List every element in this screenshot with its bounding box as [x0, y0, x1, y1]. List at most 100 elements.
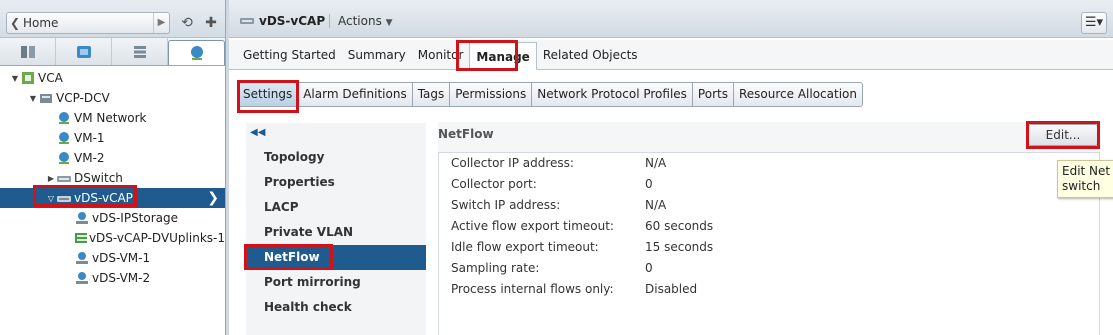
tree-node-label: VCA — [38, 71, 63, 85]
subtab-alarm-definitions[interactable]: Alarm Definitions — [298, 83, 413, 106]
highlight-edit-button — [1026, 121, 1100, 149]
highlight-vds-vcap — [33, 185, 137, 207]
inventory-tree: ▼ VCA ▼ VCP-DCV VM Network VM-1 VM-2 ▶ D… — [0, 66, 225, 288]
tooltip-line: Edit Net — [1062, 164, 1111, 178]
network-icon — [59, 132, 69, 144]
object-view: vDS-vCAP Actions ▼ ☰▾ Getting Started Su… — [229, 0, 1113, 335]
netflow-title: NetFlow — [438, 127, 494, 141]
hosts-clusters-icon — [20, 45, 35, 58]
highlight-manage-tab — [456, 40, 518, 71]
forward-icon[interactable]: ▶ — [153, 13, 169, 33]
subtab-permissions[interactable]: Permissions — [450, 83, 533, 106]
sub-tabs: Settings Alarm Definitions Tags Permissi… — [237, 82, 863, 107]
property-row: Active flow export timeout: 60 seconds — [439, 216, 1099, 237]
property-row: Sampling rate: 0 — [439, 258, 1099, 279]
tree-node-vds-ipstorage[interactable]: vDS-IPStorage — [0, 208, 225, 228]
menu-icon[interactable]: ☰▾ — [1081, 12, 1107, 34]
property-value: N/A — [645, 156, 667, 170]
tab-summary[interactable]: Summary — [342, 41, 412, 69]
netflow-properties: Collector IP address: N/A Collector port:… — [438, 152, 1100, 335]
actions-menu[interactable]: Actions ▼ — [329, 14, 393, 28]
tab-getting-started[interactable]: Getting Started — [237, 41, 342, 69]
vms-templates-tab[interactable] — [56, 38, 112, 65]
uplink-icon — [75, 233, 87, 243]
tree-node-vm-1[interactable]: VM-1 — [0, 128, 225, 148]
property-key: Switch IP address: — [451, 198, 561, 212]
chevron-down-icon: ▼ — [385, 18, 393, 28]
property-row: Process internal flows only: Disabled — [439, 279, 1099, 300]
tab-related-objects[interactable]: Related Objects — [537, 41, 644, 69]
tree-node-vm-network[interactable]: VM Network — [0, 108, 225, 128]
chevron-right-icon[interactable]: ❯ — [207, 188, 219, 208]
property-key: Idle flow export timeout: — [451, 240, 599, 254]
hosts-clusters-tab[interactable] — [0, 38, 56, 65]
property-value: Disabled — [645, 282, 698, 296]
nav-properties[interactable]: Properties — [246, 170, 426, 195]
tree-node-label: vDS-VM-1 — [92, 251, 151, 265]
expanded-icon[interactable]: ▼ — [28, 94, 38, 103]
dswitch-icon — [240, 18, 254, 24]
back-icon[interactable]: ❮ — [7, 16, 23, 30]
portgroup-icon — [76, 212, 88, 224]
tree-node-vds-vm-2[interactable]: vDS-VM-2 — [0, 268, 225, 288]
subtab-network-protocol-profiles[interactable]: Network Protocol Profiles — [532, 83, 693, 106]
tree-node-label: DSwitch — [74, 171, 123, 185]
vms-templates-icon — [76, 45, 91, 58]
navigator-tabs — [0, 38, 225, 66]
actions-label: Actions — [338, 14, 382, 28]
nav-port-mirroring[interactable]: Port mirroring — [246, 270, 426, 295]
storage-tab[interactable] — [112, 38, 168, 65]
navigator-panel: ❮ Home ▶ ⟲ ✚ ▼ VCA ▼ VCP-DCV VM Network … — [0, 0, 226, 335]
tree-node-label: VM-2 — [74, 151, 105, 165]
network-icon — [59, 152, 69, 164]
pin-icon[interactable]: ✚ — [202, 14, 220, 32]
subtab-resource-allocation[interactable]: Resource Allocation — [734, 83, 862, 106]
tree-node-vm-2[interactable]: VM-2 — [0, 148, 225, 168]
tree-node-label: VM Network — [74, 111, 147, 125]
expanded-icon[interactable]: ▼ — [10, 74, 20, 83]
home-button[interactable]: ❮ Home ▶ — [6, 12, 170, 34]
tree-node-label: vDS-vCAP-DVUplinks-1 — [88, 231, 225, 245]
edit-tooltip: Edit Net switch — [1057, 160, 1113, 198]
tree-node-label: vDS-VM-2 — [92, 271, 151, 285]
tree-node-vcp-dcv[interactable]: ▼ VCP-DCV — [0, 88, 225, 108]
property-key: Process internal flows only: — [451, 282, 614, 296]
highlight-settings-tab — [237, 80, 299, 113]
collapsed-icon[interactable]: ▶ — [46, 174, 56, 183]
nav-private-vlan[interactable]: Private VLAN — [246, 220, 426, 245]
portgroup-icon — [76, 272, 88, 284]
nav-health-check[interactable]: Health check — [246, 295, 426, 320]
tooltip-line: switch — [1062, 179, 1101, 193]
property-key: Collector port: — [451, 177, 537, 191]
tree-node-vds-vcap-dvuplinks[interactable]: vDS-vCAP-DVUplinks-1 — [0, 228, 225, 248]
object-title-label: vDS-vCAP — [259, 14, 326, 28]
property-key: Collector IP address: — [451, 156, 574, 170]
network-icon — [59, 112, 69, 124]
collapse-icon[interactable]: ◀◀ — [250, 127, 265, 138]
property-row: Collector IP address: N/A — [439, 153, 1099, 174]
vcenter-icon — [22, 72, 34, 84]
nav-lacp[interactable]: LACP — [246, 195, 426, 220]
property-key: Active flow export timeout: — [451, 219, 614, 233]
tree-node-label: VM-1 — [74, 131, 105, 145]
history-icon[interactable]: ⟲ — [178, 14, 196, 32]
page-title: vDS-vCAP — [239, 14, 325, 28]
tree-node-label: vDS-IPStorage — [92, 211, 179, 225]
networking-tab[interactable] — [168, 40, 225, 65]
settings-nav: ◀◀ Topology Properties LACP Private VLAN… — [246, 123, 426, 335]
tree-node-vca[interactable]: ▼ VCA — [0, 68, 225, 88]
property-value: 60 seconds — [645, 219, 714, 233]
tree-node-vds-vm-1[interactable]: vDS-VM-1 — [0, 248, 225, 268]
tree-node-label: VCP-DCV — [56, 91, 110, 105]
portgroup-icon — [76, 252, 88, 264]
property-value: 15 seconds — [645, 240, 714, 254]
subtab-ports[interactable]: Ports — [693, 83, 734, 106]
property-row: Switch IP address: N/A — [439, 195, 1099, 216]
subtab-tags[interactable]: Tags — [413, 83, 451, 106]
property-row: Idle flow export timeout: 15 seconds — [439, 237, 1099, 258]
networking-icon — [190, 46, 203, 60]
property-key: Sampling rate: — [451, 261, 540, 275]
main-tabs: Getting Started Summary Monitor Manage R… — [229, 40, 1113, 70]
nav-topology[interactable]: Topology — [246, 145, 426, 170]
object-header: vDS-vCAP Actions ▼ ☰▾ — [229, 0, 1113, 38]
